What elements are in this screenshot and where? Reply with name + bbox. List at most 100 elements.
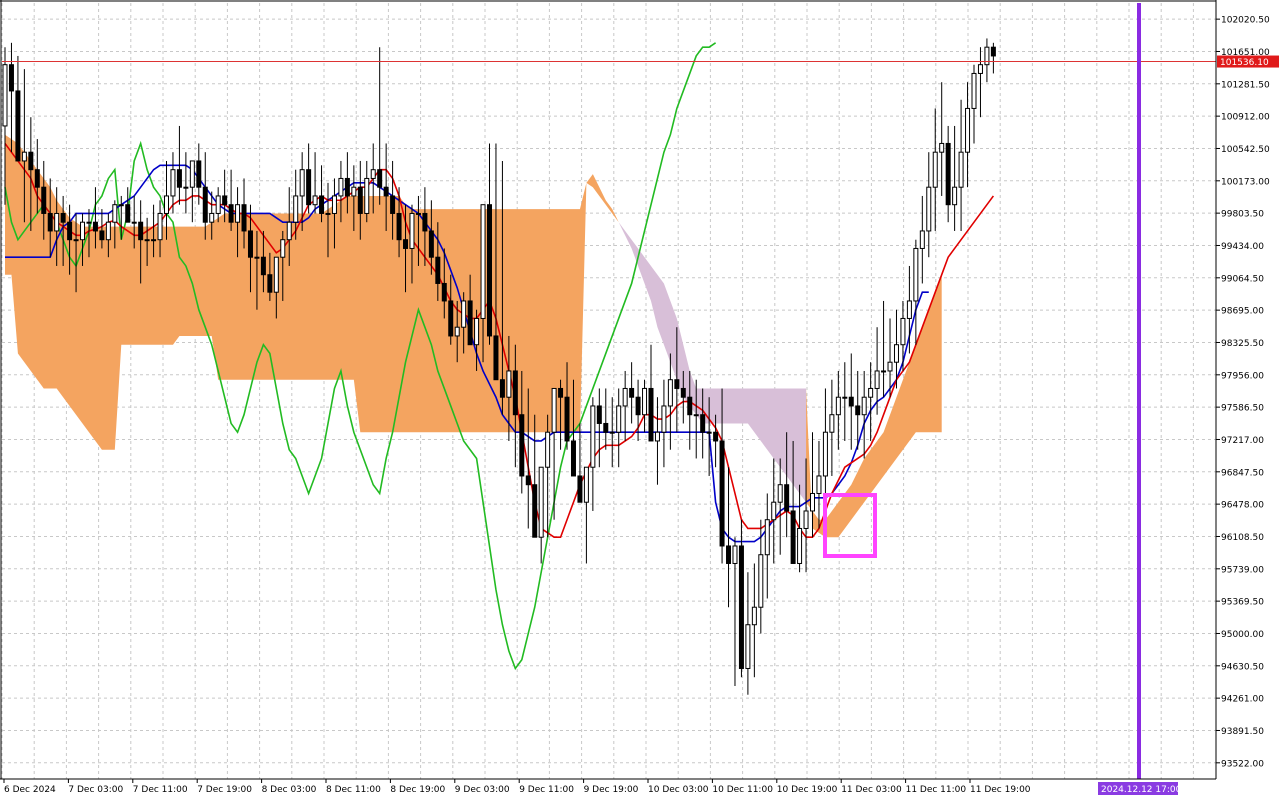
candle-body [422, 212, 428, 232]
candle-body [247, 230, 253, 258]
candle-body [609, 431, 615, 434]
candle-body [977, 64, 983, 74]
candle-body [687, 396, 693, 416]
y-tick-label: 93522.00 [1221, 759, 1264, 769]
candle-body [732, 545, 738, 564]
y-tick-label: 94630.50 [1221, 662, 1264, 672]
y-tick-label: 100542.50 [1221, 145, 1270, 155]
grid [1, 3, 1216, 779]
candle-body [202, 186, 208, 223]
candle-body [215, 195, 221, 214]
candle-body [286, 221, 292, 241]
x-tick-label: 8 Dec 03:00 [262, 785, 317, 795]
candle-body [958, 151, 964, 188]
y-tick-label: 95369.50 [1221, 598, 1264, 608]
candle-body [829, 414, 835, 433]
candle-body [803, 510, 809, 529]
candle-body [842, 396, 848, 399]
candle-body [176, 169, 182, 188]
candle-body [21, 151, 27, 162]
candle-body [241, 204, 247, 232]
candle-body [564, 396, 570, 442]
candle-body [583, 466, 589, 503]
candle-body [41, 186, 47, 214]
candle-body [138, 221, 144, 241]
candle-body [8, 64, 14, 92]
candle-body [777, 484, 783, 503]
candle-body [448, 300, 454, 337]
y-tick-label: 101281.50 [1221, 80, 1270, 90]
candle-body [151, 239, 157, 242]
candle-body [338, 177, 344, 197]
candle-body [635, 396, 641, 416]
candle-body [396, 212, 402, 241]
y-tick-label: 97956.00 [1221, 371, 1264, 381]
candle-body [519, 414, 525, 477]
candle-body [913, 247, 919, 302]
candle-body [667, 379, 673, 407]
candle-body [790, 510, 796, 564]
candle-body [54, 212, 60, 232]
candle-body [454, 326, 460, 337]
candle-body [900, 317, 906, 346]
candle-body [254, 256, 260, 259]
y-tick-label: 97586.50 [1221, 404, 1264, 414]
y-tick-label: 102020.50 [1221, 16, 1270, 26]
candle-body [47, 212, 53, 232]
candle-body [344, 177, 350, 197]
y-tick-label: 96478.00 [1221, 501, 1264, 511]
candle-body [693, 414, 699, 417]
candle-body [164, 195, 169, 214]
candle-body [474, 317, 480, 346]
x-tick-label: 9 Dec 03:00 [455, 785, 510, 795]
candle-body [893, 344, 899, 363]
candle-body [403, 239, 409, 249]
candle-body [764, 519, 770, 556]
candle-body [726, 545, 732, 564]
candle-body [706, 431, 712, 434]
candle-body [932, 151, 938, 188]
y-tick-label: 100912.00 [1221, 113, 1270, 123]
candle-body [131, 221, 137, 224]
y-tick-label: 96108.50 [1221, 533, 1264, 543]
candle-body [622, 387, 628, 407]
ichimoku-candlestick-chart[interactable]: 101536.10 2024.12.12 17:00 102020.50 10165… [0, 0, 1280, 800]
candle-body [648, 387, 654, 442]
x-tick-label: 9 Dec 11:00 [519, 785, 574, 795]
candle-body [105, 221, 111, 241]
candle-body [34, 169, 40, 188]
y-tick-label: 96847.50 [1221, 468, 1264, 478]
candle-body [590, 405, 596, 468]
candle-body [751, 606, 757, 626]
candle-body [467, 300, 473, 346]
candle-body [784, 484, 790, 512]
candle-body [312, 195, 318, 206]
x-tick-label: 11 Dec 19:00 [970, 785, 1031, 795]
candle-body [603, 422, 609, 433]
candle-body [183, 186, 189, 189]
candle-body [325, 212, 331, 215]
chart-area[interactable]: 101536.10 2024.12.12 17:00 102020.50 10165… [0, 0, 1280, 800]
x-tick-label: 11 Dec 03:00 [841, 785, 902, 795]
x-tick-label: 7 Dec 11:00 [133, 785, 188, 795]
candle-body [680, 387, 686, 398]
candle-body [926, 186, 932, 232]
candle-body [629, 387, 635, 398]
candle-body [713, 431, 719, 442]
candle-body [984, 46, 990, 66]
candle-body [67, 221, 73, 241]
candle-body [189, 160, 195, 188]
candle-body [357, 186, 363, 214]
candle-body [125, 204, 131, 223]
candle-body [60, 212, 66, 223]
y-tick-label: 98325.50 [1221, 339, 1264, 349]
candle-body [771, 501, 777, 521]
candle-body [487, 204, 492, 337]
current-price-label: 101536.10 [1220, 58, 1269, 68]
candle-body [222, 195, 228, 206]
candle-body [971, 72, 977, 109]
candle-body [855, 405, 861, 416]
candle-body [99, 230, 105, 241]
time-marker-label: 2024.12.12 17:00 [1101, 785, 1182, 795]
x-tick-label: 8 Dec 11:00 [326, 785, 381, 795]
